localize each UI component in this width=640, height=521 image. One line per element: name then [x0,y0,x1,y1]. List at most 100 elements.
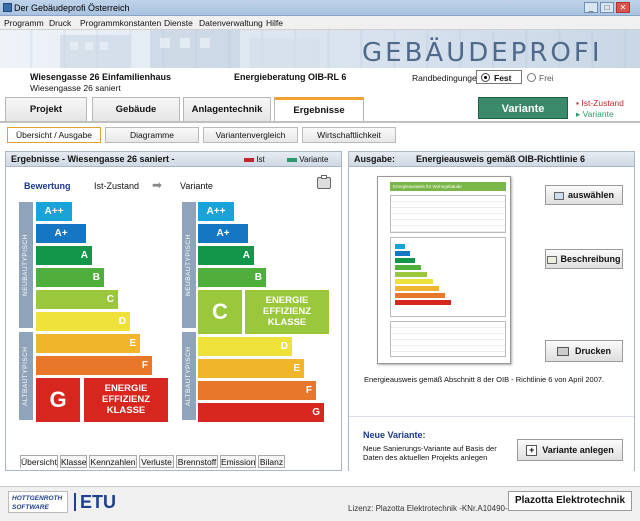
neubau-label-left: NEUBAUTYPISCH [19,202,33,328]
var-rating-label: ENERGIE EFFIZIENZ KLASSE [245,290,329,334]
description-button[interactable]: Beschreibung [545,249,623,269]
var-bar-app: A++ [198,202,234,221]
menu-dienste[interactable]: Dienste [164,18,193,28]
tab-anlagentechnik[interactable]: Anlagentechnik [183,97,271,122]
add-icon: + [526,445,538,457]
title-bar: Der Gebäudeprofi Österreich _ □ ✕ [0,0,640,16]
company-label: Plazotta Elektrotechnik [508,491,632,511]
arrow-right-icon: ➡ [152,178,163,192]
tab-ergebnisse[interactable]: Ergebnisse [274,97,364,122]
subtab-wirtschaftlichkeit[interactable]: Wirtschaftlichkeit [302,127,396,143]
ist-bar-a: A [36,246,92,265]
ist-bar-f: F [36,356,152,375]
results-panel-header: Ergebnisse - Wiesengasse 26 saniert - Is… [6,152,341,167]
printer-icon[interactable] [317,175,331,189]
btab-brennstoff[interactable]: Brennstoff [176,455,218,468]
ist-rating-label: ENERGIE EFFIZIENZ KLASSE [84,378,168,422]
document-icon [547,255,558,264]
consulting-type: Energieberatung OIB-RL 6 [234,72,347,82]
btab-uebersicht[interactable]: Übersicht [20,455,58,468]
etu-logo: ETU [74,493,116,511]
legend-ist-small: Ist [244,152,265,167]
menu-hilfe[interactable]: Hilfe [266,18,283,28]
results-title: Ergebnisse - Wiesengasse 26 saniert - [11,154,175,164]
variant-toggle-button[interactable]: Variante [478,97,568,119]
project-name: Wiesengasse 26 Einfamilienhaus [30,72,171,82]
menu-bar: Programm Druck Programmkonstanten Dienst… [0,16,640,30]
btab-kennzahlen[interactable]: Kennzahlen [89,455,137,468]
subtab-uebersicht[interactable]: Übersicht / Ausgabe [7,127,101,143]
var-rating-marker: C [198,290,242,334]
project-info-bar: Wiesengasse 26 Einfamilienhaus Wiesengas… [0,68,640,96]
altbau-label-left: ALTBAUTYPISCH [19,332,33,420]
altbau-label-right: ALTBAUTYPISCH [182,332,196,420]
neubau-label-right: NEUBAUTYPISCH [182,202,196,328]
window-title: Der Gebäudeprofi Österreich [14,3,130,13]
output-title: Energieausweis gemäß OIB-Richtlinie 6 [416,154,586,164]
certificate-header: Energieausweis für Wohngebäude [390,182,506,191]
results-panel: Ergebnisse - Wiesengasse 26 saniert - Is… [5,151,342,471]
app-icon [3,3,12,12]
menu-datenverwaltung[interactable]: Datenverwaltung [199,18,263,28]
legend-variante: ▸ Variante [576,109,614,119]
var-bar-a: A [198,246,254,265]
btab-verluste[interactable]: Verluste [139,455,174,468]
banner: GEBÄUDEPROFI [0,30,640,68]
btab-klasse[interactable]: Klasse [60,455,87,468]
var-bar-b: B [198,268,266,287]
variante-label: Variante [180,181,213,191]
footer: HOTTGENROTH SOFTWARE ETU Lizenz: Plazott… [0,486,640,521]
maximize-button[interactable]: □ [600,2,614,13]
menu-druck[interactable]: Druck [49,18,71,28]
option-frei-radio[interactable] [527,73,536,82]
create-variant-button[interactable]: + Variante anlegen [517,439,623,461]
output-panel: Ausgabe: Energieausweis gemäß OIB-Richtl… [348,151,635,471]
hottgenroth-logo: HOTTGENROTH SOFTWARE [8,491,68,513]
ist-bar-app: A++ [36,202,72,221]
ist-rating-marker: G [36,378,80,422]
ist-bar-ap: A+ [36,224,86,243]
radio-checked-icon [481,73,490,82]
bewertung-label: Bewertung [24,181,71,191]
minimize-button[interactable]: _ [584,2,598,13]
ist-bar-b: B [36,268,104,287]
option-frei-label: Frei [539,73,554,83]
brand-logo: GEBÄUDEPROFI [362,38,603,68]
menu-programmkonstanten[interactable]: Programmkonstanten [80,18,161,28]
btab-bilanz[interactable]: Bilanz [258,455,285,468]
option-fest[interactable]: Fest [476,70,522,84]
subtab-variantenvergleich[interactable]: Variantenvergleich [203,127,298,143]
new-variant-title: Neue Variante: [363,430,426,440]
building-graphic [60,30,320,68]
certificate-caption: Energieausweis gemäß Abschnitt 8 der OIB… [364,375,605,384]
project-variant: Wiesengasse 26 saniert [30,83,121,93]
option-fest-label: Fest [494,73,512,83]
printer-icon [556,347,569,357]
menu-programm[interactable]: Programm [4,18,44,28]
var-bar-f: F [198,381,316,400]
print-button[interactable]: Drucken [545,340,623,362]
output-panel-header: Ausgabe: Energieausweis gemäß OIB-Richtl… [349,152,634,167]
ist-zustand-label: Ist-Zustand [94,181,140,191]
var-bar-ap: A+ [198,224,248,243]
close-button[interactable]: ✕ [616,2,630,13]
legend-ist: ▪ Ist-Zustand [576,98,624,108]
select-button[interactable]: auswählen [545,185,623,205]
window-icon [553,191,564,200]
output-title-prefix: Ausgabe: [354,154,396,164]
energy-certificate-preview[interactable]: Energieausweis für Wohngebäude [377,176,511,364]
tab-projekt[interactable]: Projekt [5,97,87,122]
ist-bar-e: E [36,334,140,353]
var-bar-e: E [198,359,304,378]
conditions-label: Randbedingungen: [412,73,484,83]
subtab-diagramme[interactable]: Diagramme [105,127,199,143]
new-variant-text: Neue Sanierungs-Variante auf Basis der D… [363,444,497,462]
legend-variante-small: Variante [287,152,328,167]
ist-bar-d: D [36,312,130,331]
var-bar-g: G [198,403,324,422]
btab-emission[interactable]: Emission [220,455,256,468]
var-bar-d: D [198,337,292,356]
ist-bar-c: C [36,290,118,309]
tab-gebaeude[interactable]: Gebäude [92,97,180,122]
license-text: Lizenz: Plazotta Elektrotechnik -KNr.A10… [348,504,508,513]
